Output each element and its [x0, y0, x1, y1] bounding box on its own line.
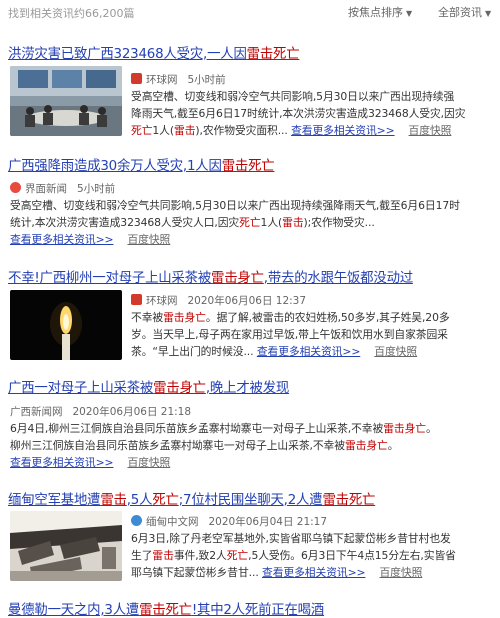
result-title-link[interactable]: 缅甸空军基地遭雷击,5人死亡;7位村民围坐聊天,2人遭雷击死亡 [8, 488, 375, 508]
result-snippet: 6月3日,除了丹老空军基地外,实皆省耶乌镇下起蒙岱彬乡昔甘村也发 生了雷击事件,… [131, 532, 456, 579]
result-snippet: 受高空槽、切变线和弱冷空气共同影响,5月30日以来广西出现持续强 降雨天气,截至… [131, 90, 466, 137]
more-news-link[interactable]: 查看更多相关资讯>> [10, 456, 114, 469]
cache-snapshot-link[interactable]: 百度快照 [374, 345, 417, 358]
filter-dropdown[interactable]: 全部资讯 ▼ [438, 4, 491, 20]
filter-label: 全部资讯 [438, 6, 482, 19]
sort-dropdown[interactable]: 按焦点排序 ▼ [348, 4, 412, 20]
results-toolbar: 找到相关资讯约66,200篇 按焦点排序 ▼ 全部资讯 ▼ [0, 0, 500, 28]
result-source: 缅甸中文网 2020年06月04日 21:17 [131, 514, 327, 529]
more-news-link[interactable]: 查看更多相关资讯>> [10, 233, 114, 246]
result-title-link[interactable]: 曼德勒一天之内,3人遭雷击死亡!其中2人死前正在喝酒 [8, 598, 324, 618]
result-snippet: 不幸被雷击身亡。据了解,被雷击的农妇姓杨,50多岁,其子姓吴,20多 岁。当天早… [131, 311, 450, 358]
result-count: 找到相关资讯约66,200篇 [8, 7, 135, 20]
source-logo-icon [131, 515, 142, 526]
meeting-room-image [10, 66, 122, 136]
sort-label: 按焦点排序 [348, 6, 403, 19]
result-source: 广西新闻网 2020年06月06日 21:18 [10, 406, 192, 418]
cache-snapshot-link[interactable]: 百度快照 [379, 566, 422, 579]
result-thumbnail[interactable] [10, 66, 122, 136]
result-title-link[interactable]: 洪涝灾害已致广西323468人受灾,一人因雷击死亡 [8, 42, 300, 62]
result-source: 环球网 2020年06月06日 12:37 [131, 293, 306, 308]
source-logo-icon [10, 182, 21, 193]
result-thumbnail[interactable] [10, 290, 122, 360]
damaged-roof-image [10, 511, 122, 581]
cache-snapshot-link[interactable]: 百度快照 [409, 124, 452, 137]
cache-snapshot-link[interactable]: 百度快照 [127, 233, 170, 246]
cache-snapshot-link[interactable]: 百度快照 [127, 456, 170, 469]
source-logo-icon [131, 294, 142, 305]
chevron-down-icon: ▼ [485, 9, 492, 18]
result-snippet: 6月4日,柳州三江侗族自治县同乐苗族乡孟寨村坳寨屯一对母子上山采茶,不幸被雷击身… [10, 422, 437, 469]
more-news-link[interactable]: 查看更多相关资讯>> [262, 566, 366, 579]
result-thumbnail[interactable] [10, 511, 122, 581]
result-source: 环球网 5小时前 [131, 72, 226, 87]
result-title-link[interactable]: 不幸!广西柳州一对母子上山采茶被雷击身亡,带去的水跟午饭都没动过 [8, 266, 413, 286]
result-source: 界面新闻 5小时前 [10, 181, 115, 196]
more-news-link[interactable]: 查看更多相关资讯>> [291, 124, 395, 137]
chevron-down-icon: ▼ [406, 9, 413, 18]
result-title-link[interactable]: 广西强降雨造成30余万人受灾,1人因雷击死亡 [8, 154, 275, 174]
result-snippet: 受高空槽、切变线和弱冷空气共同影响,5月30日以来广西出现持续强降雨天气,截至6… [10, 199, 460, 246]
result-title-link[interactable]: 广西一对母子上山采茶被雷击身亡,晚上才被发现 [8, 376, 289, 396]
source-logo-icon [131, 73, 142, 84]
more-news-link[interactable]: 查看更多相关资讯>> [257, 345, 361, 358]
candle-image [10, 290, 122, 360]
